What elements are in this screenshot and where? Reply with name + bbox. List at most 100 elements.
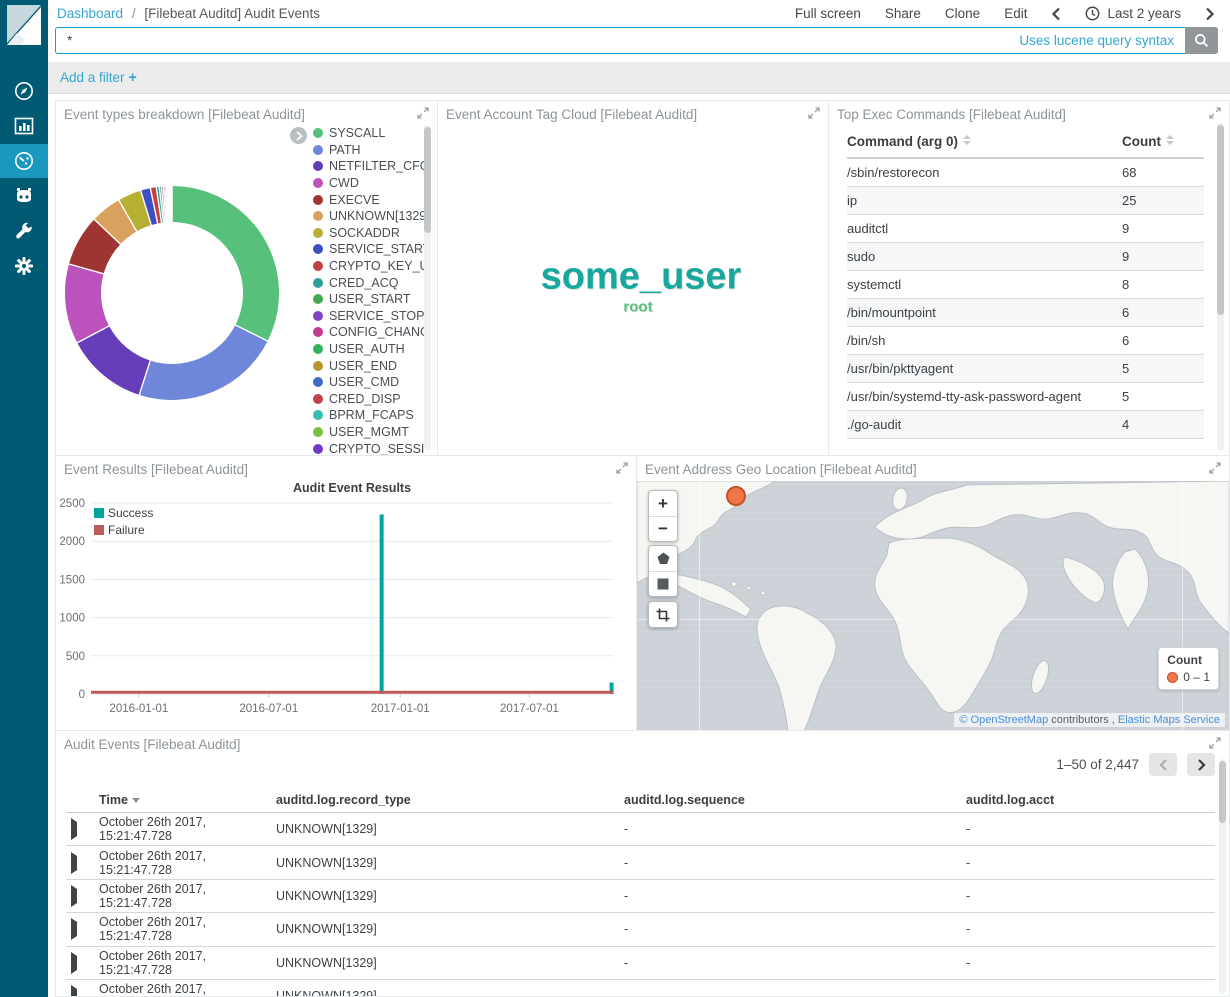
next-page-button[interactable]: [1187, 753, 1215, 776]
cell-count[interactable]: 5: [1122, 355, 1204, 383]
column-header-acct[interactable]: auditd.log.acct: [966, 793, 1215, 807]
success-bar[interactable]: [380, 514, 384, 694]
world-map[interactable]: + − Count 0 – 1 © OpenStreetMap contribu…: [637, 481, 1229, 730]
cell-sequence[interactable]: -: [624, 889, 966, 903]
add-filter-link[interactable]: Add a filter +: [60, 70, 137, 86]
draw-rectangle-button[interactable]: [649, 571, 677, 596]
cell-record-type[interactable]: UNKNOWN[1329]: [276, 889, 624, 903]
cell-record-type[interactable]: UNKNOWN[1329]: [276, 856, 624, 870]
expand-panel-icon[interactable]: [417, 107, 429, 119]
cell-record-type[interactable]: UNKNOWN[1329]: [276, 822, 624, 836]
donut-chart[interactable]: [62, 183, 282, 403]
cell-count[interactable]: 9: [1122, 215, 1204, 243]
cell-acct[interactable]: -: [966, 956, 1215, 970]
column-header-record-type[interactable]: auditd.log.record_type: [276, 793, 624, 807]
legend-item-CRYPTO_KEY_USER[interactable]: CRYPTO_KEY_USER: [313, 258, 425, 275]
legend-item-BPRM_FCAPS[interactable]: BPRM_FCAPS: [313, 407, 425, 424]
cell-record-type[interactable]: UNKNOWN[1329]: [276, 956, 624, 970]
kibana-logo[interactable]: [0, 0, 48, 50]
sidebar-item-management[interactable]: [0, 249, 48, 283]
prev-page-button[interactable]: [1149, 753, 1177, 776]
share-button[interactable]: Share: [885, 6, 921, 21]
series-legend-Failure[interactable]: Failure: [108, 523, 145, 537]
expand-panel-icon[interactable]: [1209, 462, 1221, 474]
zoom-in-button[interactable]: +: [649, 491, 677, 516]
expand-panel-icon[interactable]: [808, 107, 820, 119]
cell-count[interactable]: 6: [1122, 327, 1204, 355]
cell-sequence[interactable]: -: [624, 856, 966, 870]
time-next-chevron-icon[interactable]: [1205, 7, 1215, 21]
cell-command[interactable]: /usr/bin/pkttyagent: [847, 355, 1122, 383]
audit-scrollbar-track[interactable]: [1219, 759, 1226, 994]
table-scrollbar-thumb[interactable]: [1217, 125, 1224, 315]
expand-panel-icon[interactable]: [1209, 737, 1221, 749]
crop-fit-button[interactable]: [649, 602, 677, 627]
legend-item-CRED_ACQ[interactable]: CRED_ACQ: [313, 274, 425, 291]
cell-count[interactable]: 4: [1122, 411, 1204, 439]
cell-command[interactable]: /sbin/restorecon: [847, 158, 1122, 187]
legend-scrollbar-thumb[interactable]: [424, 127, 431, 233]
sidebar-item-dev-tools[interactable]: [0, 214, 48, 248]
cell-sequence[interactable]: -: [624, 956, 966, 970]
attribution-link[interactable]: Elastic Maps Service: [1118, 714, 1220, 726]
cell-sequence[interactable]: -: [624, 989, 966, 997]
cell-command[interactable]: systemctl: [847, 271, 1122, 299]
sidebar-item-dashboard[interactable]: [0, 144, 48, 178]
cell-time[interactable]: October 26th 2017, 15:21:47.728: [99, 849, 276, 877]
event-results-chart[interactable]: Audit Event Results050010001500200025002…: [56, 456, 636, 730]
edit-button[interactable]: Edit: [1004, 6, 1027, 21]
cell-time[interactable]: October 26th 2017, 15:21:47.728: [99, 815, 276, 843]
full-screen-button[interactable]: Full screen: [795, 6, 861, 21]
column-header-time[interactable]: Time: [99, 793, 276, 807]
time-prev-chevron-icon[interactable]: [1051, 7, 1061, 21]
expand-row-caret[interactable]: [66, 856, 99, 870]
attribution-link[interactable]: © OpenStreetMap: [959, 714, 1048, 726]
breadcrumb-dashboard-link[interactable]: Dashboard: [57, 6, 123, 21]
legend-item-CRED_DISP[interactable]: CRED_DISP: [313, 391, 425, 408]
cell-sequence[interactable]: -: [624, 822, 966, 836]
lucene-syntax-link[interactable]: Uses lucene query syntax: [1019, 33, 1185, 48]
donut-slice-PATH[interactable]: [139, 325, 267, 400]
tag-root[interactable]: root: [623, 299, 652, 316]
time-picker[interactable]: Last 2 years: [1085, 6, 1181, 21]
cell-acct[interactable]: -: [966, 889, 1215, 903]
search-button[interactable]: [1185, 27, 1218, 54]
expand-row-caret[interactable]: [66, 922, 99, 936]
cell-command[interactable]: /bin/mountpoint: [847, 299, 1122, 327]
legend-item-EXECVE[interactable]: EXECVE: [313, 191, 425, 208]
cell-record-type[interactable]: UNKNOWN[1329]: [276, 922, 624, 936]
cell-count[interactable]: 6: [1122, 299, 1204, 327]
cell-acct[interactable]: -: [966, 989, 1215, 997]
cell-time[interactable]: October 26th 2017, 15:21:47.728: [99, 982, 276, 997]
series-legend-Success[interactable]: Success: [108, 506, 153, 520]
cell-time[interactable]: October 26th 2017, 15:21:47.728: [99, 949, 276, 977]
cell-count[interactable]: 9: [1122, 243, 1204, 271]
cell-command[interactable]: auditctl: [847, 215, 1122, 243]
cell-time[interactable]: October 26th 2017, 15:21:47.728: [99, 882, 276, 910]
geo-point-marker[interactable]: [726, 486, 746, 506]
column-header-command[interactable]: Command (arg 0): [847, 127, 1122, 158]
legend-toggle-button[interactable]: [290, 127, 307, 144]
legend-item-USER_START[interactable]: USER_START: [313, 291, 425, 308]
cell-count[interactable]: 25: [1122, 187, 1204, 215]
cell-command[interactable]: /usr/bin/systemd-tty-ask-password-agent: [847, 383, 1122, 411]
query-input[interactable]: *: [56, 33, 1019, 48]
cell-command[interactable]: ip: [847, 187, 1122, 215]
column-header-count[interactable]: Count: [1122, 127, 1204, 158]
expand-row-caret[interactable]: [66, 956, 99, 970]
sidebar-item-timelion[interactable]: [0, 179, 48, 213]
sidebar-item-discover[interactable]: [0, 74, 48, 108]
legend-item-SOCKADDR[interactable]: SOCKADDR: [313, 225, 425, 242]
zoom-out-button[interactable]: −: [649, 516, 677, 541]
expand-panel-icon[interactable]: [1209, 107, 1221, 119]
cell-acct[interactable]: -: [966, 922, 1215, 936]
legend-item-USER_END[interactable]: USER_END: [313, 357, 425, 374]
cell-count[interactable]: 8: [1122, 271, 1204, 299]
cell-command[interactable]: sudo: [847, 243, 1122, 271]
legend-scrollbar-track[interactable]: [424, 125, 431, 450]
legend-item-SERVICE_START[interactable]: SERVICE_START: [313, 241, 425, 258]
cell-time[interactable]: October 26th 2017, 15:21:47.728: [99, 915, 276, 943]
legend-item-USER_AUTH[interactable]: USER_AUTH: [313, 341, 425, 358]
legend-item-SYSCALL[interactable]: SYSCALL: [313, 125, 425, 142]
sidebar-item-visualize[interactable]: [0, 109, 48, 143]
